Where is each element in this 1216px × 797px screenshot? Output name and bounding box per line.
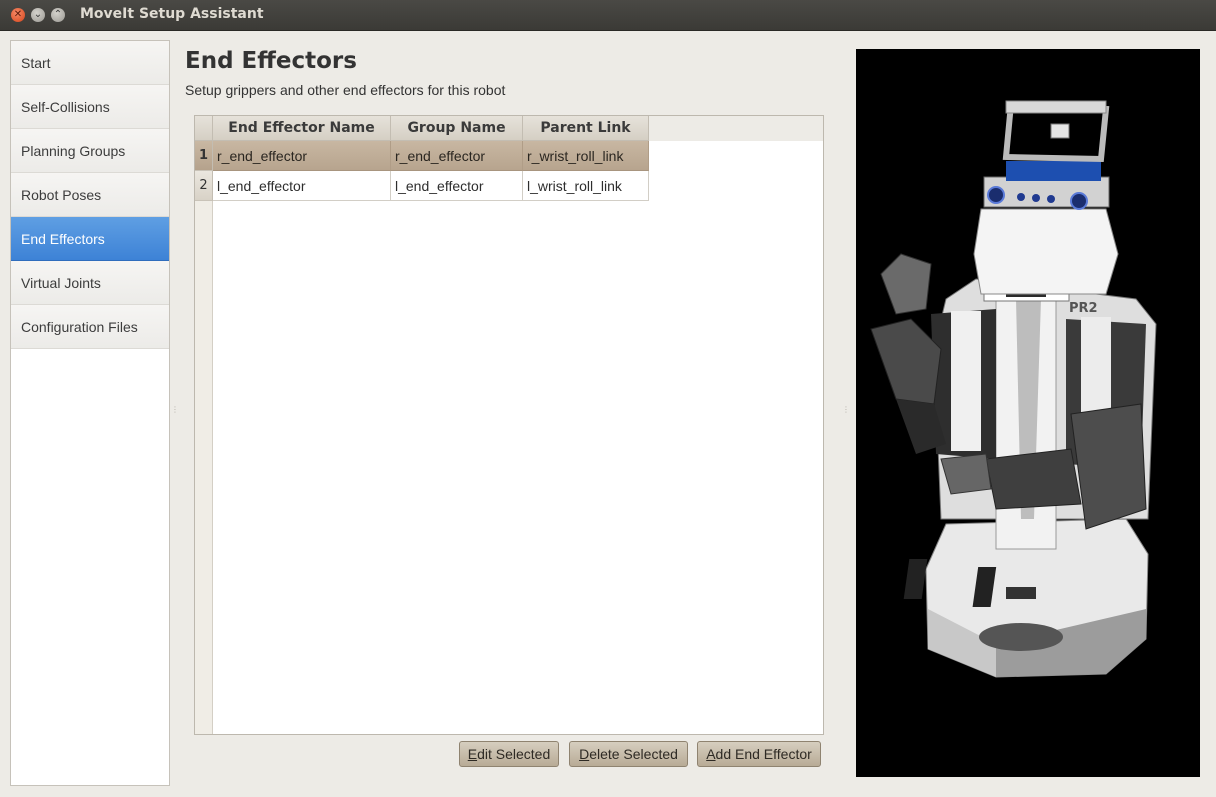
sidebar-item-configuration-files[interactable]: Configuration Files [11,305,169,349]
add-end-effector-button[interactable]: Add End Effector [697,741,821,767]
splitter-handle-right[interactable]: ⋮ [842,406,850,418]
column-header-group-name[interactable]: Group Name [391,116,523,141]
add-label: dd End Effector [715,746,812,762]
delete-label: elete Selected [589,746,678,762]
delete-mnemonic: D [579,746,590,762]
sidebar: Start Self-Collisions Planning Groups Ro… [10,40,170,786]
edit-mnemonic: E [467,746,478,762]
minimize-icon[interactable]: ⌄ [31,8,45,22]
pr2-robot-illustration: PR2 [870,100,1157,678]
robot-label-text: PR2 [1069,301,1098,316]
page-subtitle: Setup grippers and other end effectors f… [185,82,506,98]
row-number[interactable]: 1 [195,141,213,171]
column-header-end-effector-name[interactable]: End Effector Name [213,116,391,141]
table-row[interactable]: 2 l_end_effector l_end_effector l_wrist_… [195,171,649,201]
sidebar-item-robot-poses[interactable]: Robot Poses [11,173,169,217]
close-icon[interactable]: ✕ [11,8,25,22]
robot-3d-viewer[interactable]: PR2 [856,49,1200,777]
cell-end-effector-name[interactable]: r_end_effector [213,141,391,171]
cell-group-name[interactable]: r_end_effector [391,141,523,171]
row-number[interactable]: 2 [195,171,213,201]
delete-selected-button[interactable]: Delete Selected [569,741,688,767]
add-mnemonic: A [706,746,716,762]
sidebar-item-self-collisions[interactable]: Self-Collisions [11,85,169,129]
column-header-parent-link[interactable]: Parent Link [523,116,649,141]
sidebar-item-start[interactable]: Start [11,41,169,85]
end-effectors-table: End Effector Name Group Name Parent Link… [194,115,824,735]
edit-label: dit Selected [477,746,551,762]
sidebar-item-planning-groups[interactable]: Planning Groups [11,129,169,173]
sidebar-item-virtual-joints[interactable]: Virtual Joints [11,261,169,305]
cell-parent-link[interactable]: r_wrist_roll_link [523,141,649,171]
page-title: End Effectors [185,48,357,74]
window-title: MoveIt Setup Assistant [80,6,264,22]
cell-end-effector-name[interactable]: l_end_effector [213,171,391,201]
edit-selected-button[interactable]: Edit Selected [459,741,559,767]
window-titlebar: ✕ ⌄ ⌃ MoveIt Setup Assistant [0,0,1216,31]
table-corner-button[interactable] [195,116,213,141]
maximize-icon[interactable]: ⌃ [51,8,65,22]
cell-group-name[interactable]: l_end_effector [391,171,523,201]
cell-parent-link[interactable]: l_wrist_roll_link [523,171,649,201]
row-header-column [195,141,213,734]
sidebar-item-end-effectors[interactable]: End Effectors [11,217,169,261]
splitter-handle-left[interactable]: ⋮ [171,406,179,418]
table-row[interactable]: 1 r_end_effector r_end_effector r_wrist_… [195,141,649,171]
